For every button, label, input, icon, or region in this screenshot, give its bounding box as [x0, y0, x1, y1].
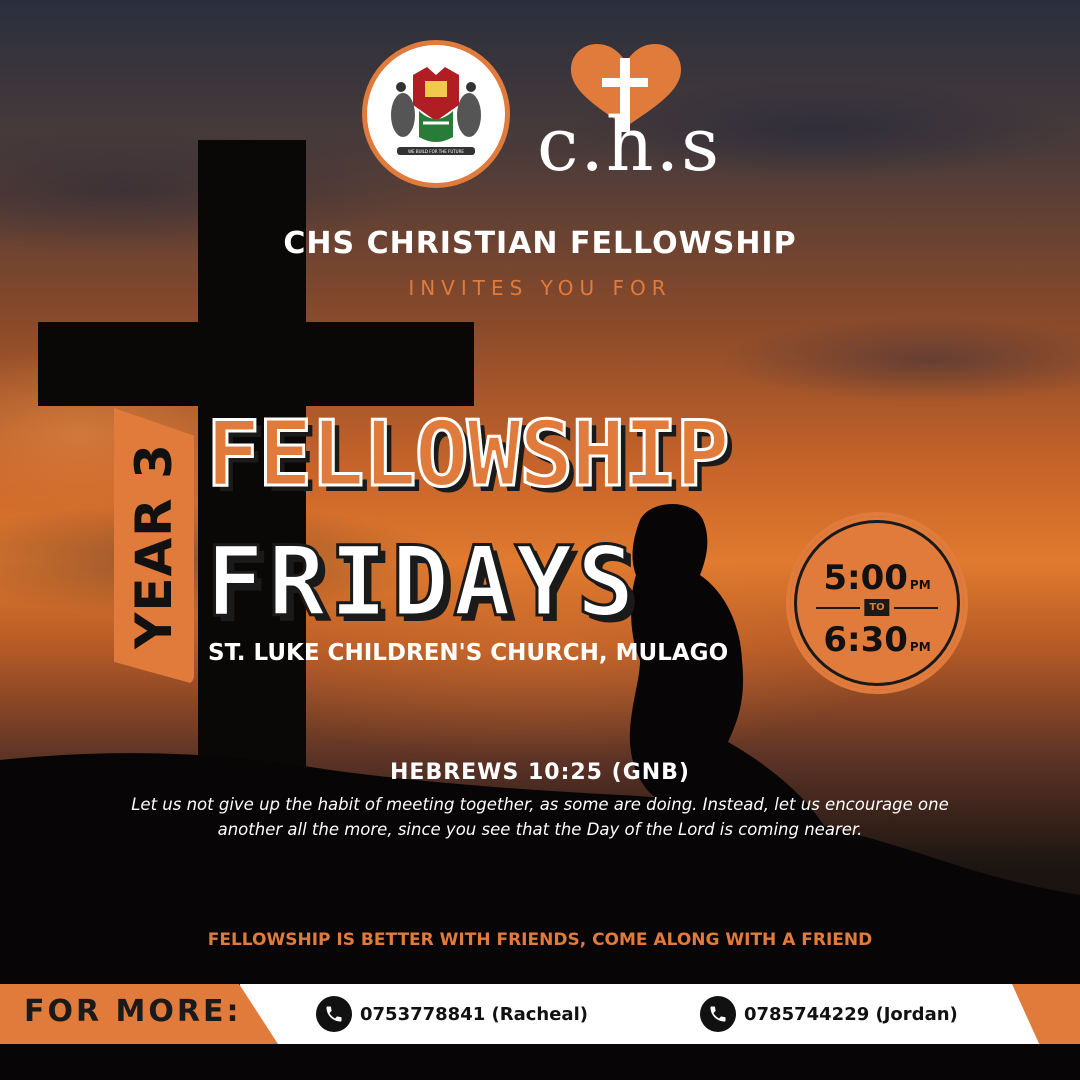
organization-title: CHS CHRISTIAN FELLOWSHIP [283, 226, 797, 261]
year-label: YEAR 3 [125, 443, 183, 649]
phone-icon [316, 996, 352, 1032]
tagline: FELLOWSHIP IS BETTER WITH FRIENDS, COME … [207, 930, 873, 950]
chs-wordmark: c.h.s [536, 102, 722, 188]
contact-phone-2: 0785744229 (Jordan) [744, 1003, 958, 1025]
contact-phone-1: 0753778841 (Racheal) [360, 1003, 588, 1025]
for-more-label: FOR MORE: [24, 994, 242, 1029]
scripture-reference: HEBREWS 10:25 (GNB) [390, 760, 690, 785]
time-separator: TO [808, 599, 946, 617]
end-time-value: 6:30 [823, 620, 908, 660]
separator-line-left [816, 607, 860, 609]
start-time-suffix: PM [909, 578, 931, 592]
contact-racheal[interactable]: 0753778841 (Racheal) [316, 996, 588, 1032]
separator-line-right [894, 607, 938, 609]
crest-emblem-icon: WE BUILD FOR THE FUTURE [391, 67, 481, 155]
event-poster: WE BUILD FOR THE FUTURE c.h.s CHS CHRIST… [0, 0, 1080, 1080]
start-time: 5:00 PM [790, 558, 964, 598]
time-badge: 5:00 PM TO 6:30 PM [786, 512, 968, 694]
phone-icon [700, 996, 736, 1032]
contact-jordan[interactable]: 0785744229 (Jordan) [700, 996, 958, 1032]
event-venue: ST. LUKE CHILDREN'S CHURCH, MULAGO [208, 640, 729, 666]
crest-motto: WE BUILD FOR THE FUTURE [408, 149, 464, 154]
end-time-suffix: PM [909, 640, 931, 654]
end-time: 6:30 PM [790, 620, 964, 660]
university-crest-logo: WE BUILD FOR THE FUTURE [362, 40, 510, 188]
separator-label: TO [864, 599, 890, 616]
event-title-line1: FELLOWSHIP [205, 401, 732, 509]
invite-subtitle: INVITES YOU FOR [408, 276, 672, 300]
contact-bar: FOR MORE: 0753778841 (Racheal) 078574422… [0, 984, 1080, 1044]
start-time-value: 5:00 [823, 558, 908, 598]
scripture-text: Let us not give up the habit of meeting … [131, 795, 949, 839]
event-title-line2: FRIDAYS [205, 525, 639, 640]
